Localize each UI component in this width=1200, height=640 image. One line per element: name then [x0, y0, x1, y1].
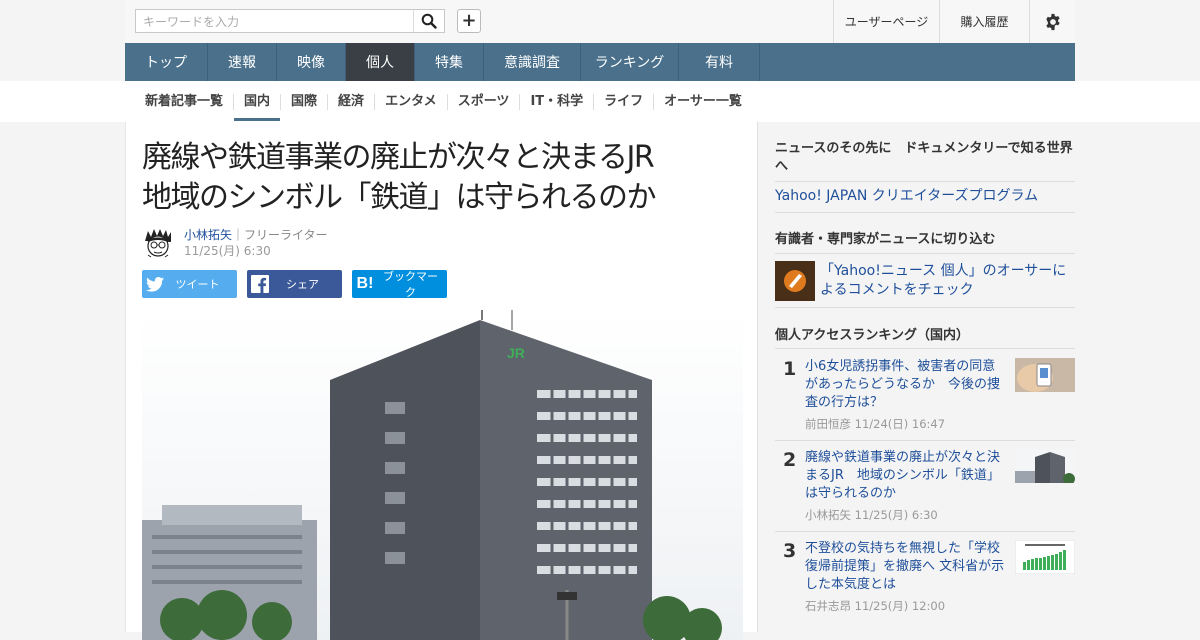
- author-name[interactable]: 小林拓矢: [184, 228, 232, 242]
- subnav-latest[interactable]: 新着記事一覧: [125, 93, 235, 110]
- article-photo: JR: [142, 310, 743, 640]
- svg-text:JR: JR: [507, 345, 525, 361]
- nav-tab-paid[interactable]: 有料: [679, 43, 760, 81]
- ranking-item[interactable]: 2 廃線や鉄道事業の廃止が次々と決まるJR 地域のシンボル「鉄道」は守られるのか…: [775, 449, 1075, 529]
- nav-tab-survey[interactable]: 意識調査: [484, 43, 581, 81]
- category-nav: 新着記事一覧 国内 国際 経済 エンタメ スポーツ IT・科学 ライフ オーサー…: [125, 81, 1075, 122]
- divider: [775, 531, 1075, 532]
- divider: [775, 253, 1075, 254]
- nav-tab-video[interactable]: 映像: [277, 43, 346, 81]
- rank-date: 11/25(月) 6:30: [854, 508, 938, 522]
- main-nav: トップ 速報 映像 個人 特集 意識調査 ランキング 有料: [125, 43, 1075, 81]
- subnav-entertainment[interactable]: エンタメ: [375, 93, 448, 110]
- search-input[interactable]: [141, 11, 415, 33]
- subnav-world[interactable]: 国際: [281, 93, 329, 110]
- creators-program-link[interactable]: Yahoo! JAPAN クリエイターズプログラム: [775, 186, 1075, 206]
- article-title-line1: 廃線や鉄道事業の廃止が次々と決まるJR: [142, 140, 655, 175]
- purchase-history-link[interactable]: 購入履歴: [939, 0, 1029, 43]
- subnav-domestic[interactable]: 国内: [234, 93, 282, 121]
- subnav-authors[interactable]: オーサー一覧: [654, 94, 752, 110]
- search-icon: [421, 13, 437, 29]
- ranking-item[interactable]: 3 不登校の気持ちを無視した「学校復帰前提策」を撤廃へ 文科省が示した本気度とは…: [775, 540, 1075, 620]
- rank-title[interactable]: 廃線や鉄道事業の廃止が次々と決まるJR 地域のシンボル「鉄道」は守られるのか: [805, 449, 1005, 503]
- top-bar: + ユーザーページ 購入履歴: [125, 0, 1075, 44]
- expert-heading: 有識者・専門家がニュースに切り込む: [775, 232, 996, 247]
- expert-comments-link[interactable]: 「Yahoo!ニュース 個人」のオーサーによるコメントをチェック: [820, 262, 1070, 300]
- rank-author: 石井志昂: [805, 599, 851, 613]
- article-title: 廃線や鉄道事業の廃止が次々と決まるJR 地域のシンボル「鉄道」は守られるのか: [142, 138, 722, 218]
- divider: [775, 440, 1075, 441]
- ranking-heading: 個人アクセスランキング（国内）: [775, 328, 969, 343]
- settings-button[interactable]: [1029, 0, 1075, 43]
- divider: [775, 348, 1075, 349]
- plus-icon: +: [461, 10, 477, 31]
- rank-thumbnail[interactable]: [1015, 449, 1075, 483]
- author-block: 小林拓矢｜フリーライター 11/25(月) 6:30: [142, 227, 328, 259]
- header-links: ユーザーページ 購入履歴: [833, 0, 1075, 43]
- tweet-label: ツイート: [175, 278, 220, 291]
- facebook-share-label: シェア: [286, 278, 319, 291]
- promo-heading: ニュースのその先に ドキュメンタリーで知る世界へ: [775, 141, 1073, 174]
- nav-tab-top[interactable]: トップ: [125, 43, 208, 81]
- author-meta: 小林拓矢｜フリーライター 11/25(月) 6:30: [184, 227, 328, 259]
- rank-meta: 小林拓矢 11/25(月) 6:30: [805, 507, 938, 523]
- search-box: [135, 9, 445, 33]
- author-role: ｜フリーライター: [232, 228, 328, 242]
- hatena-bookmark-button[interactable]: B! ブックマーク: [352, 270, 447, 299]
- rank-number: 1: [783, 358, 797, 380]
- nav-tab-feature[interactable]: 特集: [415, 43, 484, 81]
- rank-number: 2: [783, 449, 797, 471]
- article-main: 廃線や鉄道事業の廃止が次々と決まるJR 地域のシンボル「鉄道」は守られるのか 小…: [125, 122, 758, 640]
- hatena-bookmark-icon: B!: [356, 275, 374, 292]
- rank-thumbnail[interactable]: [1015, 540, 1075, 574]
- rank-date: 11/24(日) 16:47: [854, 417, 946, 431]
- subnav-economy[interactable]: 経済: [328, 93, 376, 110]
- rank-author: 前田恒彦: [805, 417, 851, 431]
- rank-author: 小林拓矢: [805, 508, 851, 522]
- divider: [775, 181, 1075, 182]
- rank-number: 3: [783, 540, 797, 562]
- rank-meta: 前田恒彦 11/24(日) 16:47: [805, 416, 945, 432]
- divider: [775, 307, 1075, 308]
- facebook-share-button[interactable]: シェア: [247, 270, 342, 298]
- hatena-bookmark-label: ブックマーク: [383, 270, 438, 299]
- ranking-item[interactable]: 1 小6女児誘拐事件、被害者の同意があったらどうなるか 今後の捜査の行方は？ 前…: [775, 358, 1075, 438]
- divider: [775, 212, 1075, 213]
- subnav-it-science[interactable]: IT・科学: [520, 93, 595, 110]
- user-page-link[interactable]: ユーザーページ: [833, 0, 939, 43]
- facebook-icon: [247, 270, 273, 298]
- nav-tab-breaking[interactable]: 速報: [208, 43, 277, 81]
- tweet-button[interactable]: ツイート: [142, 270, 237, 298]
- rank-title[interactable]: 小6女児誘拐事件、被害者の同意があったらどうなるか 今後の捜査の行方は？: [805, 358, 1005, 412]
- add-button[interactable]: +: [457, 9, 481, 33]
- search-button[interactable]: [413, 10, 444, 32]
- gear-icon: [1045, 13, 1060, 30]
- rank-date: 11/25(月) 12:00: [854, 599, 946, 613]
- nav-tab-ranking[interactable]: ランキング: [581, 43, 679, 81]
- subnav-life[interactable]: ライフ: [594, 93, 655, 110]
- subnav-sports[interactable]: スポーツ: [448, 93, 521, 110]
- article-title-line2: 地域のシンボル「鉄道」は守られるのか: [142, 180, 657, 215]
- rank-title[interactable]: 不登校の気持ちを無視した「学校復帰前提策」を撤廃へ 文科省が示した本気度とは: [805, 540, 1005, 594]
- author-avatar[interactable]: [142, 227, 174, 259]
- rank-meta: 石井志昂 11/25(月) 12:00: [805, 598, 945, 614]
- nav-tab-kojin[interactable]: 個人: [346, 43, 415, 81]
- twitter-icon: [142, 270, 168, 298]
- rank-thumbnail[interactable]: [1015, 358, 1075, 392]
- share-buttons: ツイート シェア B! ブックマーク: [142, 270, 447, 299]
- comment-badge-icon: [775, 261, 815, 301]
- publish-date: 11/25(月) 6:30: [184, 244, 271, 258]
